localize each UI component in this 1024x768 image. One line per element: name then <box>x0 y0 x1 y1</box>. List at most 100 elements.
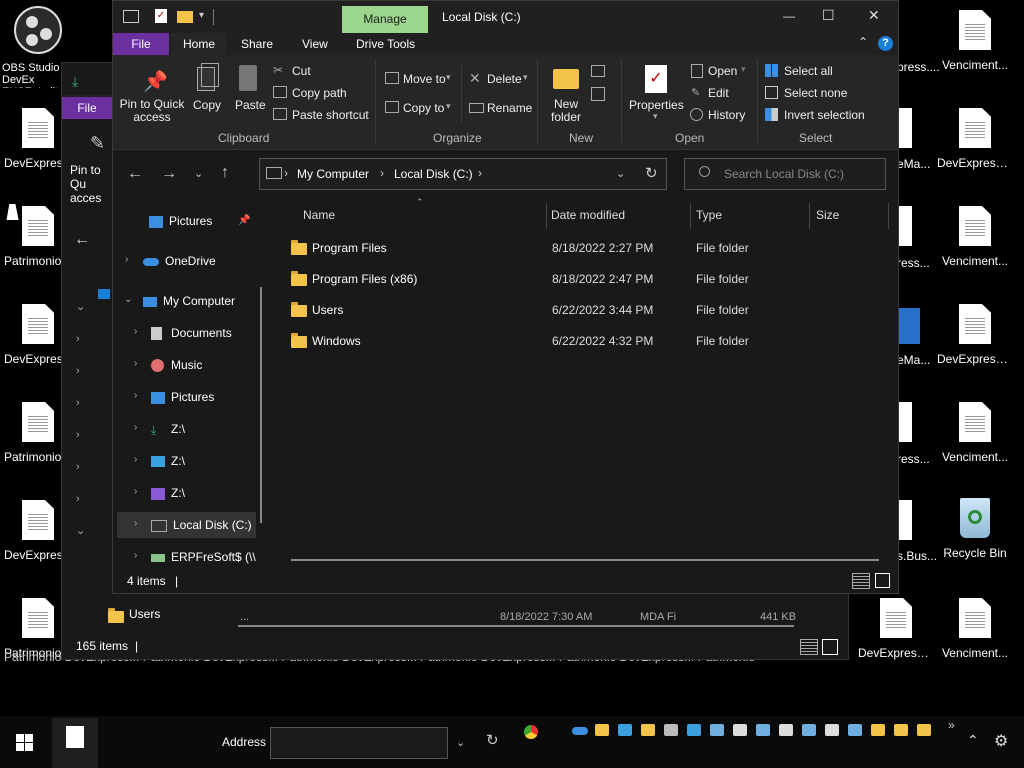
tab-file[interactable]: File <box>113 33 169 55</box>
nav-item-local-disk[interactable]: Local Disk (C:) <box>151 512 261 538</box>
folder-quick-icon[interactable] <box>641 724 655 736</box>
file-row[interactable]: Program Files (x86) 8/18/2022 2:47 PM Fi… <box>291 267 887 291</box>
paste-shortcut-button[interactable]: Paste shortcut <box>292 108 369 122</box>
breadcrumb-my-computer[interactable]: My Computer <box>297 167 369 181</box>
large-icons-view-icon[interactable] <box>875 573 890 588</box>
move-to-button[interactable]: Move to <box>403 72 446 86</box>
nav-item-z-videos[interactable]: Z:\ <box>151 480 261 506</box>
tab-drive-tools[interactable]: Drive Tools <box>356 33 415 55</box>
history-button[interactable]: History <box>708 108 745 122</box>
horizontal-scrollbar[interactable] <box>291 559 879 561</box>
properties-button[interactable]: Properties <box>629 98 684 112</box>
start-button[interactable] <box>16 734 33 751</box>
column-header-name[interactable]: Name <box>303 208 335 222</box>
nav-item-network-drive[interactable]: ERPFreSoft$ (\\ <box>151 544 261 570</box>
nav-item-documents[interactable]: Documents <box>151 320 261 346</box>
copy-path-button[interactable]: Copy path <box>292 86 347 100</box>
chevron-right-icon[interactable]: › <box>134 550 137 561</box>
desktop-file-venciment-5[interactable]: Venciment... <box>937 402 1013 464</box>
edit-button[interactable]: Edit <box>708 86 729 100</box>
invert-selection-button[interactable]: Invert selection <box>784 108 865 122</box>
rename-button[interactable]: Rename <box>487 101 532 115</box>
paste-button[interactable]: Paste <box>235 98 266 112</box>
title-bar[interactable]: ✓ ▾ Manage Local Disk (C:) — ☐ ✕ <box>113 1 898 33</box>
forward-button[interactable]: → <box>161 165 177 183</box>
nav-item-z-downloads[interactable]: ⤓ Z:\ <box>151 416 261 442</box>
column-header-size[interactable]: Size <box>816 208 839 222</box>
copy-button[interactable]: Copy <box>193 98 221 112</box>
app-quick-icon[interactable] <box>710 724 724 736</box>
details-view-icon[interactable] <box>852 573 870 589</box>
bg-tiles-view-icon[interactable] <box>822 639 838 655</box>
nav-item-z-desktop[interactable]: Z:\ <box>151 448 261 474</box>
chevron-right-icon[interactable]: › <box>125 254 128 265</box>
tab-view[interactable]: View <box>302 33 328 55</box>
folder-quick-icon[interactable] <box>871 724 885 736</box>
app-quick-icon[interactable] <box>802 724 816 736</box>
desktop-obs-icon[interactable] <box>14 6 64 56</box>
back-button[interactable]: ← <box>127 165 143 183</box>
file-row[interactable]: Users 6/22/2022 3:44 PM File folder <box>291 298 887 322</box>
taskbar-address-input[interactable] <box>270 727 448 759</box>
app-quick-icon[interactable] <box>848 724 862 736</box>
address-bar[interactable]: › My Computer › Local Disk (C:) › ⌄ ↻ <box>259 158 667 190</box>
new-item-icon[interactable] <box>591 65 605 77</box>
column-header-type[interactable]: Type <box>696 208 722 222</box>
chevron-right-icon[interactable]: › <box>134 390 137 401</box>
properties-check-icon[interactable]: ✓ <box>155 9 167 23</box>
chevron-right-icon[interactable]: › <box>134 326 137 337</box>
folder-quick-icon[interactable] <box>595 724 609 736</box>
bg-back-button[interactable]: ← <box>74 231 90 249</box>
chrome-icon[interactable] <box>524 725 538 739</box>
desktop-recycle-bin[interactable]: Recycle Bin <box>937 498 1013 560</box>
up-button[interactable]: ↑ <box>221 164 229 182</box>
chevron-right-icon[interactable]: › <box>134 454 137 465</box>
tray-expand-icon[interactable]: ⌃ <box>967 732 979 749</box>
tab-share[interactable]: Share <box>241 33 273 55</box>
app-quick-icon[interactable] <box>733 724 747 736</box>
settings-gear-icon[interactable]: ⚙ <box>994 731 1008 751</box>
app-quick-icon[interactable] <box>756 724 770 736</box>
cut-button[interactable]: Cut <box>292 64 311 78</box>
chevron-right-icon[interactable]: › <box>134 486 137 497</box>
nav-item-onedrive[interactable]: OneDrive <box>143 248 253 274</box>
file-row[interactable]: Windows 6/22/2022 4:32 PM File folder <box>291 329 887 353</box>
address-dropdown-icon[interactable]: ⌄ <box>616 167 625 180</box>
breadcrumb-local-disk[interactable]: Local Disk (C:) <box>394 167 473 181</box>
desktop-file-venciment-1[interactable]: Venciment... <box>937 10 1013 72</box>
nav-item-pictures[interactable]: Pictures <box>151 384 261 410</box>
tool-quick-icon[interactable] <box>664 724 678 736</box>
recent-locations-button[interactable]: ⌄ <box>194 167 203 180</box>
close-button[interactable]: ✕ <box>868 7 880 24</box>
refresh-icon[interactable]: ↻ <box>645 164 658 182</box>
desktop-file-devexpress-r8[interactable]: DevExpress.... <box>858 598 934 660</box>
bg-details-view-icon[interactable] <box>800 639 818 655</box>
bg-file-tab[interactable]: File <box>62 97 112 119</box>
tab-home[interactable]: Home <box>171 33 227 55</box>
bg-partial-file-row[interactable]: ... 8/18/2022 7:30 AM MDA Fi 441 KB <box>240 611 800 621</box>
search-input[interactable]: Search Local Disk (C:) <box>724 167 844 181</box>
bg-nav-users[interactable]: Users <box>129 607 160 621</box>
select-none-button[interactable]: Select none <box>784 86 847 100</box>
onedrive-tray-icon[interactable] <box>572 727 588 735</box>
address-go-icon[interactable]: ↻ <box>486 731 499 749</box>
toolbar-overflow-icon[interactable]: » <box>948 718 955 732</box>
nav-scrollbar[interactable] <box>260 287 262 523</box>
desktop-file-devexpress-r2[interactable]: DevExpress.... <box>937 108 1013 170</box>
easy-access-icon[interactable] <box>591 87 605 101</box>
explorer-window[interactable]: ✓ ▾ Manage Local Disk (C:) — ☐ ✕ File Ho… <box>112 0 899 594</box>
address-dropdown-icon[interactable]: ⌄ <box>456 736 465 749</box>
app-quick-icon[interactable] <box>687 724 701 736</box>
delete-button[interactable]: Delete <box>487 72 522 86</box>
select-all-button[interactable]: Select all <box>784 64 833 78</box>
help-icon[interactable]: ? <box>878 36 893 51</box>
desktop-file-venciment-3[interactable]: Venciment... <box>937 206 1013 268</box>
desktop-partial-icon[interactable] <box>896 308 920 344</box>
folder-quick-icon[interactable] <box>917 724 931 736</box>
maximize-button[interactable]: ☐ <box>822 7 835 24</box>
file-row[interactable]: Program Files 8/18/2022 2:27 PM File fol… <box>291 236 887 260</box>
desktop-file-devexpress-r4[interactable]: DevExpress.... <box>937 304 1013 366</box>
bg-horizontal-scrollbar[interactable] <box>238 625 794 627</box>
manage-tab[interactable]: Manage <box>342 6 428 33</box>
chevron-right-icon[interactable]: › <box>134 422 137 433</box>
